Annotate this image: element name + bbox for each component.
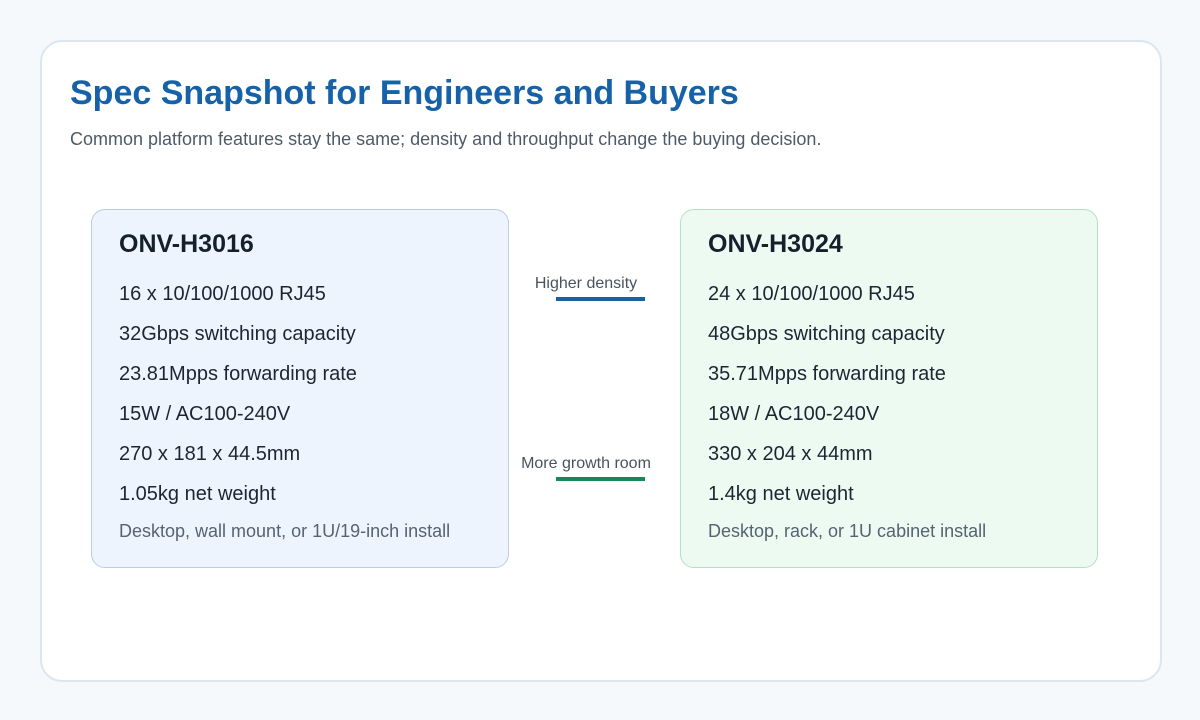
spec-list: 24 x 10/100/1000 RJ45 48Gbps switching c… bbox=[708, 274, 946, 514]
install-options: Desktop, rack, or 1U cabinet install bbox=[708, 521, 987, 541]
spec-switching-capacity: 32Gbps switching capacity bbox=[119, 323, 356, 345]
page-subtitle: Common platform features stay the same; … bbox=[70, 129, 822, 149]
spec-switching-capacity: 48Gbps switching capacity bbox=[708, 323, 945, 345]
spec-forwarding-rate: 23.81Mpps forwarding rate bbox=[119, 363, 357, 385]
spec-forwarding-rate: 35.71Mpps forwarding rate bbox=[708, 363, 946, 385]
spec-list: 16 x 10/100/1000 RJ45 32Gbps switching c… bbox=[119, 274, 357, 514]
difference-label-density: Higher density bbox=[534, 275, 638, 292]
product-card-onv-h3016: ONV-H3016 16 x 10/100/1000 RJ45 32Gbps s… bbox=[91, 209, 509, 568]
product-name: ONV-H3016 bbox=[119, 230, 254, 258]
install-options: Desktop, wall mount, or 1U/19-inch insta… bbox=[119, 521, 451, 541]
product-name: ONV-H3024 bbox=[708, 230, 843, 258]
spec-ports: 16 x 10/100/1000 RJ45 bbox=[119, 283, 326, 305]
spec-weight: 1.05kg net weight bbox=[119, 483, 276, 505]
spec-dimensions: 330 x 204 x 44mm bbox=[708, 443, 873, 465]
product-card-onv-h3024: ONV-H3024 24 x 10/100/1000 RJ45 48Gbps s… bbox=[680, 209, 1098, 568]
spec-power: 15W / AC100-240V bbox=[119, 403, 291, 425]
spec-power: 18W / AC100-240V bbox=[708, 403, 880, 425]
difference-bar-density bbox=[556, 297, 645, 301]
spec-dimensions: 270 x 181 x 44.5mm bbox=[119, 443, 301, 465]
page-title: Spec Snapshot for Engineers and Buyers bbox=[70, 74, 739, 112]
difference-label-growth: More growth room bbox=[521, 455, 651, 472]
difference-bar-growth bbox=[556, 477, 645, 481]
spec-ports: 24 x 10/100/1000 RJ45 bbox=[708, 283, 915, 305]
spec-weight: 1.4kg net weight bbox=[708, 483, 854, 505]
